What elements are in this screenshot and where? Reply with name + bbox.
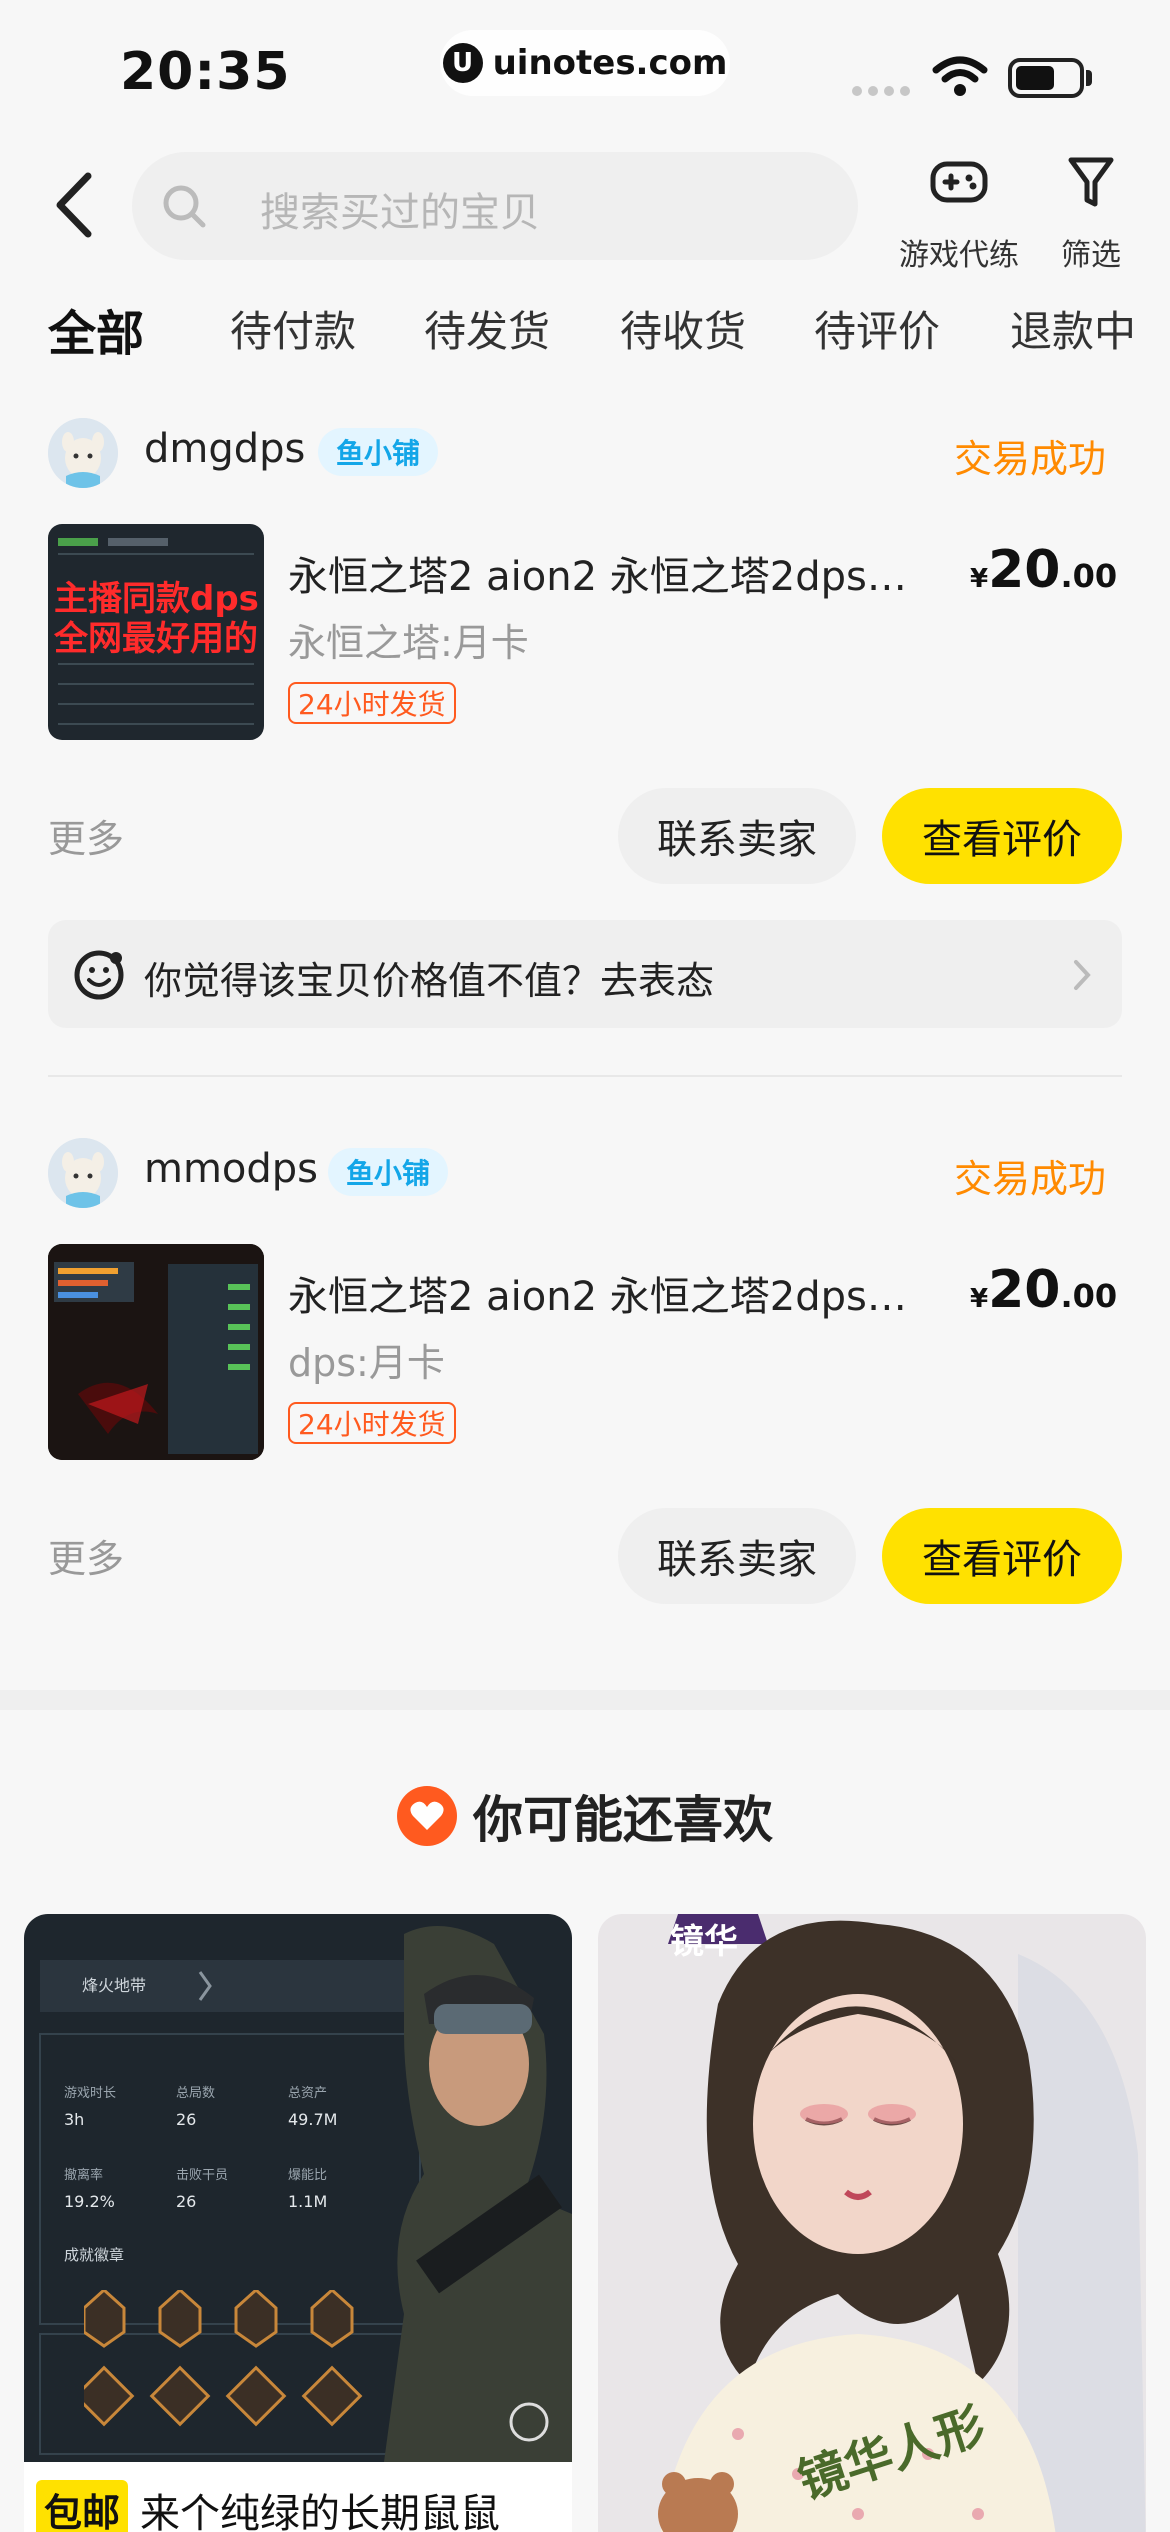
game-boost-label: 游戏代练 — [899, 238, 1019, 273]
price-int: 20 — [988, 1260, 1061, 1320]
product-thumbnail[interactable]: 主播同款dps 全网最好用的 — [48, 524, 264, 740]
free-shipping-tag: 包邮 — [36, 2480, 129, 2532]
search-bar[interactable]: 搜索买过的宝贝 — [132, 152, 858, 260]
order-status: 交易成功 — [954, 437, 1107, 481]
recommend-card[interactable]: 镜华 镜华人形 — [598, 1914, 1146, 2532]
shop-name[interactable]: dmgdps — [144, 426, 305, 472]
product-thumbnail[interactable] — [48, 1244, 264, 1460]
recommend-card-image: 镜华 镜华人形 — [598, 1914, 1146, 2532]
more-button[interactable]: 更多 — [48, 808, 124, 863]
status-time: 20:35 — [120, 42, 291, 102]
view-review-button[interactable]: 查看评价 — [882, 1508, 1122, 1604]
alpaca-avatar-icon — [48, 418, 118, 488]
order-tabs: 全部 待付款 待发货 待收货 待评价 退款中 — [0, 298, 1170, 378]
watermark-pill: U uinotes.com — [440, 30, 730, 96]
recommend-card-title: 来个纯绿的长期鼠鼠 — [140, 2490, 501, 2532]
recommend-card[interactable]: 烽火地带 游戏时长 总局数 总资产 3h 26 49.7M 撤离率 击败干员 爆… — [24, 1914, 572, 2532]
svg-text:全网最好用的: 全网最好用的 — [53, 619, 258, 659]
game-screenshot-image — [48, 1244, 264, 1460]
shop-avatar[interactable] — [48, 1138, 118, 1208]
search-placeholder: 搜索买过的宝贝 — [260, 190, 540, 236]
price-opinion-banner[interactable]: 你觉得该宝贝价格值不值？去表态 — [48, 920, 1122, 1028]
tab-all[interactable]: 全部 — [44, 294, 149, 364]
smiley-icon — [74, 950, 124, 1000]
search-icon — [163, 185, 206, 228]
dps-screenshot-image: 主播同款dps 全网最好用的 — [48, 524, 264, 740]
tab-pending-shipment[interactable]: 待发货 — [424, 298, 550, 359]
stat-value: 26 — [176, 2110, 197, 2129]
recommend-title: 你可能还喜欢 — [473, 1791, 773, 1849]
product-sku: 永恒之塔:月卡 — [288, 621, 529, 665]
stat-label: 击败干员 — [176, 2168, 229, 2183]
opinion-text: 你觉得该宝贝价格值不值？去表态 — [144, 959, 715, 1003]
recommend-card-image: 烽火地带 游戏时长 总局数 总资产 3h 26 49.7M 撤离率 击败干员 爆… — [24, 1914, 572, 2462]
back-arrow-icon[interactable] — [44, 170, 114, 240]
tab-pending-review[interactable]: 待评价 — [814, 298, 940, 359]
shipping-badge: 24小时发货 — [288, 682, 456, 724]
contact-seller-button[interactable]: 联系卖家 — [618, 1508, 856, 1604]
section-gap — [0, 1690, 1170, 1710]
gamepad-icon — [930, 161, 988, 203]
map-name: 烽火地带 — [82, 1976, 147, 1995]
achievement-badges — [84, 2290, 363, 2427]
filter-button[interactable]: 筛选 — [1026, 150, 1156, 274]
product-title[interactable]: 永恒之塔2 aion2 永恒之塔2dps插件 — [288, 544, 928, 602]
shipping-badge: 24小时发货 — [288, 1402, 456, 1444]
price-int: 20 — [988, 540, 1061, 600]
stat-value: 1.1M — [288, 2192, 328, 2211]
game-boost-button[interactable]: 游戏代练 — [894, 150, 1024, 274]
uinotes-logo-icon: U — [442, 43, 483, 83]
product-price: ¥20.00 — [970, 1260, 1117, 1320]
order-divider — [48, 1075, 1122, 1077]
stat-value: 3h — [64, 2110, 85, 2129]
svg-text:主播同款dps: 主播同款dps — [54, 579, 259, 619]
stat-value: 19.2% — [64, 2192, 115, 2211]
contact-seller-button[interactable]: 联系卖家 — [618, 788, 856, 884]
shop-avatar[interactable] — [48, 418, 118, 488]
alpaca-avatar-icon — [48, 1138, 118, 1208]
tab-all-label: 全部 — [48, 306, 145, 362]
tab-pending-receipt[interactable]: 待收货 — [620, 298, 746, 359]
heart-icon — [397, 1786, 457, 1846]
stat-label: 游戏时长 — [64, 2086, 117, 2101]
filter-icon — [1068, 157, 1114, 207]
stat-label: 总局数 — [176, 2086, 216, 2101]
product-price: ¥20.00 — [970, 540, 1117, 600]
shop-tag: 鱼小铺 — [328, 1148, 449, 1196]
tab-pending-payment[interactable]: 待付款 — [230, 298, 356, 359]
filter-label: 筛选 — [1061, 238, 1121, 273]
watermark-text: uinotes.com — [492, 43, 728, 83]
brand-logo-text: 镜华 — [670, 1922, 738, 1962]
more-button[interactable]: 更多 — [48, 1528, 124, 1583]
tab-refund[interactable]: 退款中 — [1010, 298, 1136, 359]
stat-value: 26 — [176, 2192, 197, 2211]
view-review-button[interactable]: 查看评价 — [882, 788, 1122, 884]
recommend-card-caption: 包邮 来个纯绿的长期鼠鼠 — [36, 2480, 500, 2532]
wifi-icon — [932, 56, 988, 96]
shop-name[interactable]: mmodps — [144, 1146, 318, 1192]
stat-label: 总资产 — [288, 2086, 328, 2101]
order-status: 交易成功 — [954, 1157, 1107, 1201]
achievement-section: 成就徽章 — [64, 2246, 125, 2264]
price-decimal: .00 — [1060, 1277, 1118, 1315]
product-sku: dps:月卡 — [288, 1341, 445, 1385]
price-symbol: ¥ — [970, 564, 989, 594]
shop-tag: 鱼小铺 — [318, 428, 439, 476]
chevron-right-icon — [1074, 960, 1091, 990]
price-symbol: ¥ — [970, 1284, 989, 1314]
stat-label: 爆能比 — [288, 2168, 328, 2183]
recommend-header: 你可能还喜欢 — [0, 1780, 1170, 1852]
battery-icon — [1008, 58, 1084, 98]
stat-label: 撤离率 — [64, 2168, 104, 2183]
price-decimal: .00 — [1060, 557, 1118, 595]
cellular-signal-icon — [852, 86, 910, 96]
stat-value: 49.7M — [288, 2110, 338, 2129]
product-title[interactable]: 永恒之塔2 aion2 永恒之塔2dps插件 — [288, 1264, 928, 1322]
battery-tip — [1086, 70, 1092, 86]
